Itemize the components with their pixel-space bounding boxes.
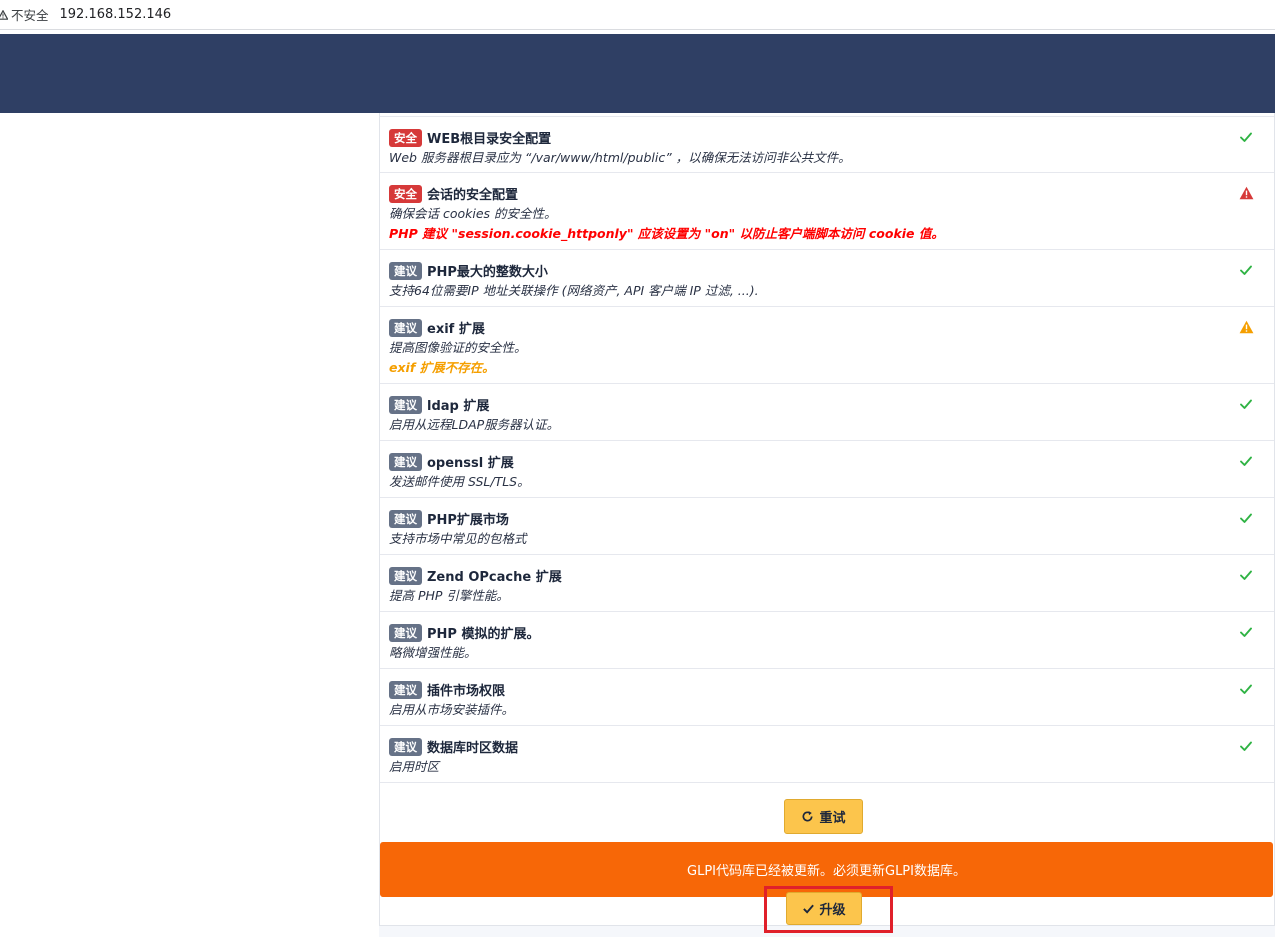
- requirement-title: 插件市场权限: [427, 684, 506, 699]
- requirement-header: 安全 会话的安全配置: [389, 183, 1274, 204]
- requirement-header: 建议 ldap 扩展: [389, 394, 1274, 415]
- update-required-banner: GLPI代码库已经被更新。必须更新GLPI数据库。: [380, 842, 1273, 897]
- requirement-title: 数据库时区数据: [427, 741, 519, 756]
- left-blank-area: [0, 113, 379, 937]
- requirement-row: 建议 openssl 扩展发送邮件使用 SSL/TLS。: [380, 441, 1274, 498]
- requirement-header: 建议 PHP最大的整数大小: [389, 260, 1274, 281]
- recommended-badge: 建议: [389, 737, 422, 756]
- check-icon: [1238, 510, 1254, 526]
- requirement-error-message: PHP 建议 "session.cookie_httponly" 应该设置为 "…: [389, 226, 944, 241]
- requirement-row: 建议 exif 扩展提高图像验证的安全性。 exif 扩展不存在。: [380, 307, 1274, 384]
- requirement-row: 建议 Zend OPcache 扩展提高 PHP 引擎性能。: [380, 555, 1274, 612]
- update-required-text: GLPI代码库已经被更新。必须更新GLPI数据库。: [687, 864, 966, 879]
- requirement-header: 建议 Zend OPcache 扩展: [389, 565, 1274, 586]
- recommended-badge: 建议: [389, 452, 422, 471]
- requirement-header: 建议 数据库时区数据: [389, 736, 1274, 757]
- requirement-warning-message: exif 扩展不存在。: [389, 360, 495, 375]
- refresh-icon: [802, 811, 813, 822]
- check-icon: [1238, 738, 1254, 754]
- recommended-badge: 建议: [389, 261, 422, 280]
- requirement-description: Web 服务器根目录应为 “/var/www/html/public” ，以确保…: [389, 150, 851, 165]
- warning-triangle-icon[interactable]: [0, 9, 8, 20]
- requirement-header: 建议 openssl 扩展: [389, 451, 1274, 472]
- requirement-header: 安全 WEB根目录安全配置: [389, 127, 1274, 148]
- browser-address-bar[interactable]: 不安全 192.168.152.146: [0, 0, 1275, 30]
- requirement-description: 提高图像验证的安全性。: [389, 340, 527, 355]
- requirement-title: Zend OPcache 扩展: [427, 570, 562, 585]
- recommended-badge: 建议: [389, 566, 422, 585]
- upgrade-button-label: 升级: [819, 903, 846, 918]
- requirement-row: 建议 插件市场权限启用从市场安装插件。: [380, 669, 1274, 726]
- app-header: [0, 34, 1275, 113]
- requirement-title: 会话的安全配置: [427, 188, 519, 203]
- check-icon: [1238, 681, 1254, 697]
- recommended-badge: 建议: [389, 318, 422, 337]
- requirement-row: 建议 PHP扩展市场支持市场中常见的包格式: [380, 498, 1274, 555]
- retry-button-label: 重试: [819, 811, 846, 826]
- requirement-header: 建议 exif 扩展: [389, 317, 1274, 338]
- check-icon: [1238, 129, 1254, 145]
- recommended-badge: 建议: [389, 623, 422, 642]
- requirement-description: 启用从远程LDAP服务器认证。: [389, 417, 560, 432]
- check-icon: [1238, 396, 1254, 412]
- alert-triangle-icon: [1238, 185, 1254, 201]
- requirement-title: WEB根目录安全配置: [427, 132, 552, 147]
- requirement-description: 略微增强性能。: [389, 645, 477, 660]
- upgrade-button[interactable]: 升级: [786, 892, 862, 925]
- requirement-title: PHP最大的整数大小: [427, 265, 548, 280]
- requirement-row: 安全 WEB根目录安全配置 Web 服务器根目录应为 “/var/www/html/…: [380, 116, 1274, 173]
- requirement-header: 建议 PHP扩展市场: [389, 508, 1274, 529]
- url-text[interactable]: 192.168.152.146: [60, 7, 172, 22]
- recommended-badge: 建议: [389, 395, 422, 414]
- requirement-title: ldap 扩展: [427, 399, 490, 414]
- requirement-header: 建议 插件市场权限: [389, 679, 1274, 700]
- security-badge: 安全: [389, 184, 422, 203]
- requirement-row: 建议 PHP 模拟的扩展。略微增强性能。: [380, 612, 1274, 669]
- retry-button[interactable]: 重试: [784, 799, 863, 834]
- security-badge: 安全: [389, 128, 422, 147]
- requirement-title: PHP 模拟的扩展。: [427, 627, 540, 642]
- requirements-list: 安全 WEB根目录安全配置 Web 服务器根目录应为 “/var/www/html/…: [380, 116, 1274, 783]
- security-status-label[interactable]: 不安全: [11, 5, 49, 24]
- requirement-title: openssl 扩展: [427, 456, 514, 471]
- requirement-row: 建议 数据库时区数据启用时区: [380, 726, 1274, 783]
- check-icon: [803, 904, 815, 914]
- recommended-badge: 建议: [389, 680, 422, 699]
- requirement-header: 建议 PHP 模拟的扩展。: [389, 622, 1274, 643]
- requirement-description: 确保会话 cookies 的安全性。: [389, 206, 557, 221]
- recommended-badge: 建议: [389, 509, 422, 528]
- requirement-row: 安全 会话的安全配置确保会话 cookies 的安全性。 PHP 建议 "sessi…: [380, 173, 1274, 250]
- check-icon: [1238, 453, 1254, 469]
- requirement-description: 发送邮件使用 SSL/TLS。: [389, 474, 530, 489]
- requirement-description: 支持市场中常见的包格式: [389, 531, 527, 546]
- requirement-description: 启用时区: [389, 759, 440, 774]
- requirement-title: exif 扩展: [427, 322, 485, 337]
- requirement-description: 提高 PHP 引擎性能。: [389, 588, 509, 603]
- requirement-row: 建议 ldap 扩展启用从远程LDAP服务器认证。: [380, 384, 1274, 441]
- requirement-description: 支持64位需要IP 地址关联操作 (网络资产, API 客户端 IP 过滤, .…: [389, 283, 759, 298]
- requirement-row: 建议 PHP最大的整数大小支持64位需要IP 地址关联操作 (网络资产, API …: [380, 250, 1274, 307]
- check-icon: [1238, 567, 1254, 583]
- check-icon: [1238, 262, 1254, 278]
- alert-triangle-icon: [1238, 319, 1254, 335]
- requirement-title: PHP扩展市场: [427, 513, 509, 528]
- check-icon: [1238, 624, 1254, 640]
- requirement-description: 启用从市场安装插件。: [389, 702, 515, 717]
